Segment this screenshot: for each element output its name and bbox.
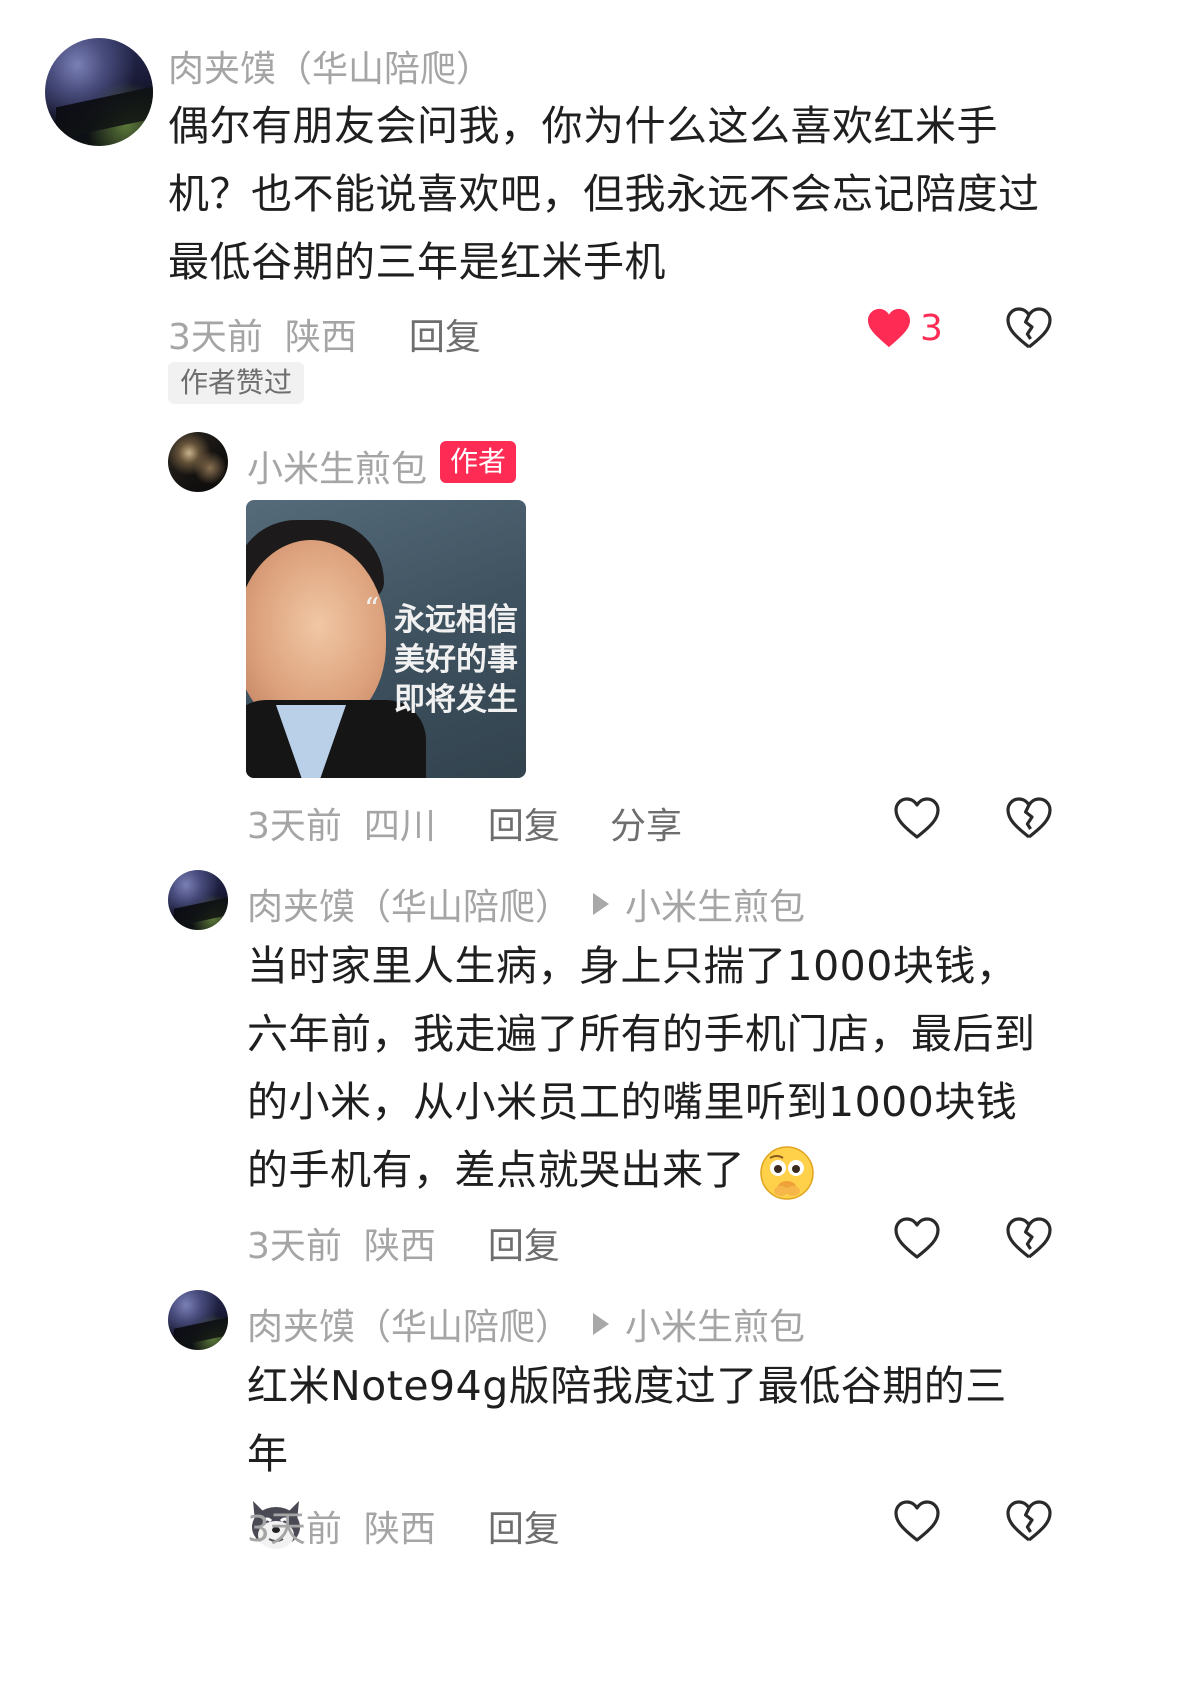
- reply-to-username[interactable]: 小米生煎包: [625, 878, 805, 930]
- broken-heart-icon[interactable]: [1005, 796, 1053, 840]
- reply-arrow-icon: [593, 1313, 610, 1335]
- comment-username[interactable]: 肉夹馍（华山陪爬）: [168, 40, 492, 92]
- comment-time: 3天前: [247, 1509, 342, 1550]
- comment-username[interactable]: 肉夹馍（华山陪爬）: [247, 878, 571, 930]
- comment-location: 陕西: [363, 1226, 436, 1267]
- reply-arrow-icon: [593, 893, 610, 915]
- reply-button[interactable]: 回复: [488, 1217, 560, 1269]
- image-quote-line: 永远相信: [394, 602, 518, 638]
- reply-to-username[interactable]: 小米生煎包: [625, 1298, 805, 1350]
- author-badge: 作者: [440, 441, 517, 483]
- comment-username-row: 肉夹馍（华山陪爬） 小米生煎包: [247, 1298, 805, 1350]
- comment-text-body: 红米Note94g版陪我度过了最低谷期的三年: [247, 1362, 1007, 1478]
- quote-mark-icon: “: [364, 592, 380, 627]
- avatar[interactable]: [168, 432, 228, 492]
- reply-button[interactable]: 回复: [409, 308, 481, 360]
- avatar[interactable]: [168, 870, 228, 930]
- comment-text: 偶尔有朋友会问我，你为什么这么喜欢红米手机？也不能说喜欢吧，但我永远不会忘记陪度…: [168, 102, 1040, 286]
- comment-time: 3天前: [247, 806, 342, 847]
- comment-location: 陕西: [284, 317, 357, 358]
- heart-outline-icon[interactable]: [893, 1499, 941, 1543]
- image-quote-line: 即将发生: [394, 682, 518, 718]
- heart-outline-icon[interactable]: [893, 1216, 941, 1260]
- author-liked-tag: 作者赞过: [168, 362, 305, 404]
- comment-text: 当时家里人生病，身上只揣了1000块钱，六年前，我走遍了所有的手机门店，最后到的…: [247, 932, 1047, 1204]
- image-quote: 永远相信 美好的事 即将发生: [394, 600, 518, 720]
- broken-heart-icon[interactable]: [1005, 1216, 1053, 1260]
- share-button[interactable]: 分享: [610, 797, 682, 849]
- like-count: 3: [920, 308, 943, 349]
- comment-meta: 3天前 陕西 回复: [168, 308, 481, 360]
- comment-username[interactable]: 小米生煎包: [247, 440, 427, 492]
- comment-time: 3天前: [168, 317, 263, 358]
- heart-outline-icon[interactable]: [893, 796, 941, 840]
- comment-time: 3天前: [247, 1226, 342, 1267]
- comment-location: 陕西: [363, 1509, 436, 1550]
- comment-meta: 3天前 陕西 回复: [247, 1500, 560, 1552]
- pleading-face-emoji: [759, 1146, 814, 1200]
- comment-meta: 3天前 四川 回复 分享: [247, 797, 682, 849]
- comment-username[interactable]: 肉夹馍（华山陪爬）: [247, 1298, 571, 1350]
- broken-heart-icon[interactable]: [1005, 1499, 1053, 1543]
- comment-meta: 3天前 陕西 回复: [247, 1217, 560, 1269]
- avatar[interactable]: [45, 38, 153, 146]
- broken-heart-icon[interactable]: [1005, 306, 1053, 350]
- comment-location: 四川: [363, 806, 436, 847]
- comment-image[interactable]: “ 永远相信 美好的事 即将发生: [246, 500, 526, 778]
- reply-button[interactable]: 回复: [488, 797, 560, 849]
- comment-text-body: 当时家里人生病，身上只揣了1000块钱，六年前，我走遍了所有的手机门店，最后到的…: [247, 942, 1036, 1194]
- comment-username-row: 肉夹馍（华山陪爬） 小米生煎包: [247, 878, 805, 930]
- heart-icon[interactable]: [866, 307, 912, 349]
- image-quote-line: 美好的事: [394, 642, 518, 678]
- reply-button[interactable]: 回复: [488, 1500, 560, 1552]
- avatar[interactable]: [168, 1290, 228, 1350]
